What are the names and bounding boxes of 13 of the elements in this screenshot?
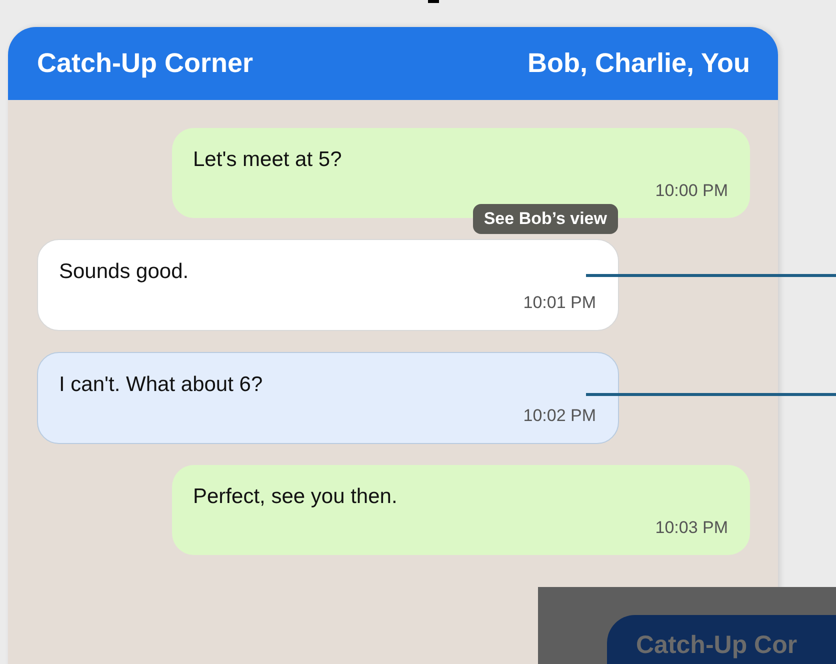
participants-label: Bob, Charlie, You	[527, 48, 750, 79]
message-text: Sounds good.	[59, 259, 190, 285]
message-text: Perfect, see you then.	[193, 484, 398, 510]
message-time: 10:03 PM	[655, 517, 728, 539]
message-time: 10:01 PM	[523, 292, 596, 314]
chat-title: Catch-Up Corner	[37, 48, 254, 79]
message-time: 10:00 PM	[655, 180, 728, 202]
preview-title: Catch-Up Cor	[636, 631, 798, 659]
message-text: I can't. What about 6?	[59, 372, 264, 398]
top-marker	[428, 0, 439, 3]
tooltip: See Bob’s view	[472, 204, 618, 234]
message-text: Let's meet at 5?	[193, 147, 343, 173]
message-time: 10:02 PM	[523, 405, 596, 427]
